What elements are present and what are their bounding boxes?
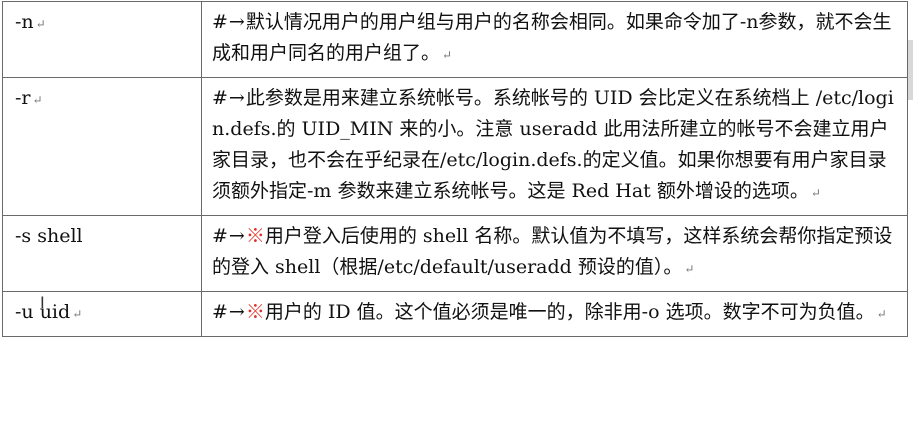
hash-prefix: # xyxy=(212,301,228,323)
tab-arrow-icon: → xyxy=(228,87,245,109)
option-cell: -u uid ↵ xyxy=(2,291,202,337)
option-table: -n ↵ #→默认情况用户的用户组与用户的名称会相同。如果命令加了-n参数，就不会… xyxy=(2,1,908,337)
paragraph-mark-icon: ↵ xyxy=(684,262,695,276)
note-star: ※ xyxy=(245,225,265,247)
description-cell: #→※用户的 ID 值。这个值必须是唯一的，除非用-o 选项。数字不可为负值。 ↵ xyxy=(201,291,908,337)
description-text: 此参数是用来建立系统帐号。系统帐号的 UID 会比定义在系统档上 /etc/lo… xyxy=(212,87,894,202)
option-cell: -s shell xyxy=(2,215,202,292)
description-text: 用户的 ID 值。这个值必须是唯一的，除非用-o 选项。数字不可为负值。 xyxy=(264,301,875,323)
description-text: 默认情况用户的用户组与用户的名称会相同。如果命令加了-n参数，就不会生成和用户同… xyxy=(212,11,892,64)
description-text: 用户登入后使用的 shell 名称。默认值为不填写，这样系统会帮你指定预设的登入… xyxy=(212,225,893,278)
window-edge xyxy=(908,40,913,100)
table-row: -r ↵ #→此参数是用来建立系统帐号。系统帐号的 UID 会比定义在系统档上 /… xyxy=(2,77,908,216)
tab-arrow-icon: → xyxy=(228,225,245,247)
hash-prefix: # xyxy=(212,87,228,109)
description-cell: #→※用户登入后使用的 shell 名称。默认值为不填写，这样系统会帮你指定预设… xyxy=(201,215,908,292)
option-cell: -r ↵ xyxy=(2,77,202,216)
paragraph-mark-icon: ↵ xyxy=(35,17,46,31)
paragraph-mark-icon: ↵ xyxy=(32,93,43,107)
text-cursor-icon: I xyxy=(40,293,45,312)
option-name: -n xyxy=(15,11,34,33)
option-cell: -n ↵ xyxy=(2,1,202,78)
option-name: -s shell xyxy=(15,225,83,247)
hash-prefix: # xyxy=(212,225,228,247)
table-row: -s shell #→※用户登入后使用的 shell 名称。默认值为不填写，这样… xyxy=(2,215,908,292)
description-cell: #→此参数是用来建立系统帐号。系统帐号的 UID 会比定义在系统档上 /etc/… xyxy=(201,77,908,216)
hash-prefix: # xyxy=(212,11,228,33)
tab-arrow-icon: → xyxy=(228,301,245,323)
option-name: -r xyxy=(15,87,31,109)
tab-arrow-icon: → xyxy=(228,11,245,33)
table-row: -u uid ↵ #→※用户的 ID 值。这个值必须是唯一的，除非用-o 选项。数… xyxy=(2,291,908,337)
note-star: ※ xyxy=(245,301,265,323)
paragraph-mark-icon: ↵ xyxy=(876,307,887,321)
paragraph-mark-icon: ↵ xyxy=(442,48,453,62)
table-row: -n ↵ #→默认情况用户的用户组与用户的名称会相同。如果命令加了-n参数，就不会… xyxy=(2,1,908,78)
description-cell: #→默认情况用户的用户组与用户的名称会相同。如果命令加了-n参数，就不会生成和用… xyxy=(201,1,908,78)
paragraph-mark-icon: ↵ xyxy=(810,186,821,200)
paragraph-mark-icon: ↵ xyxy=(72,307,83,321)
